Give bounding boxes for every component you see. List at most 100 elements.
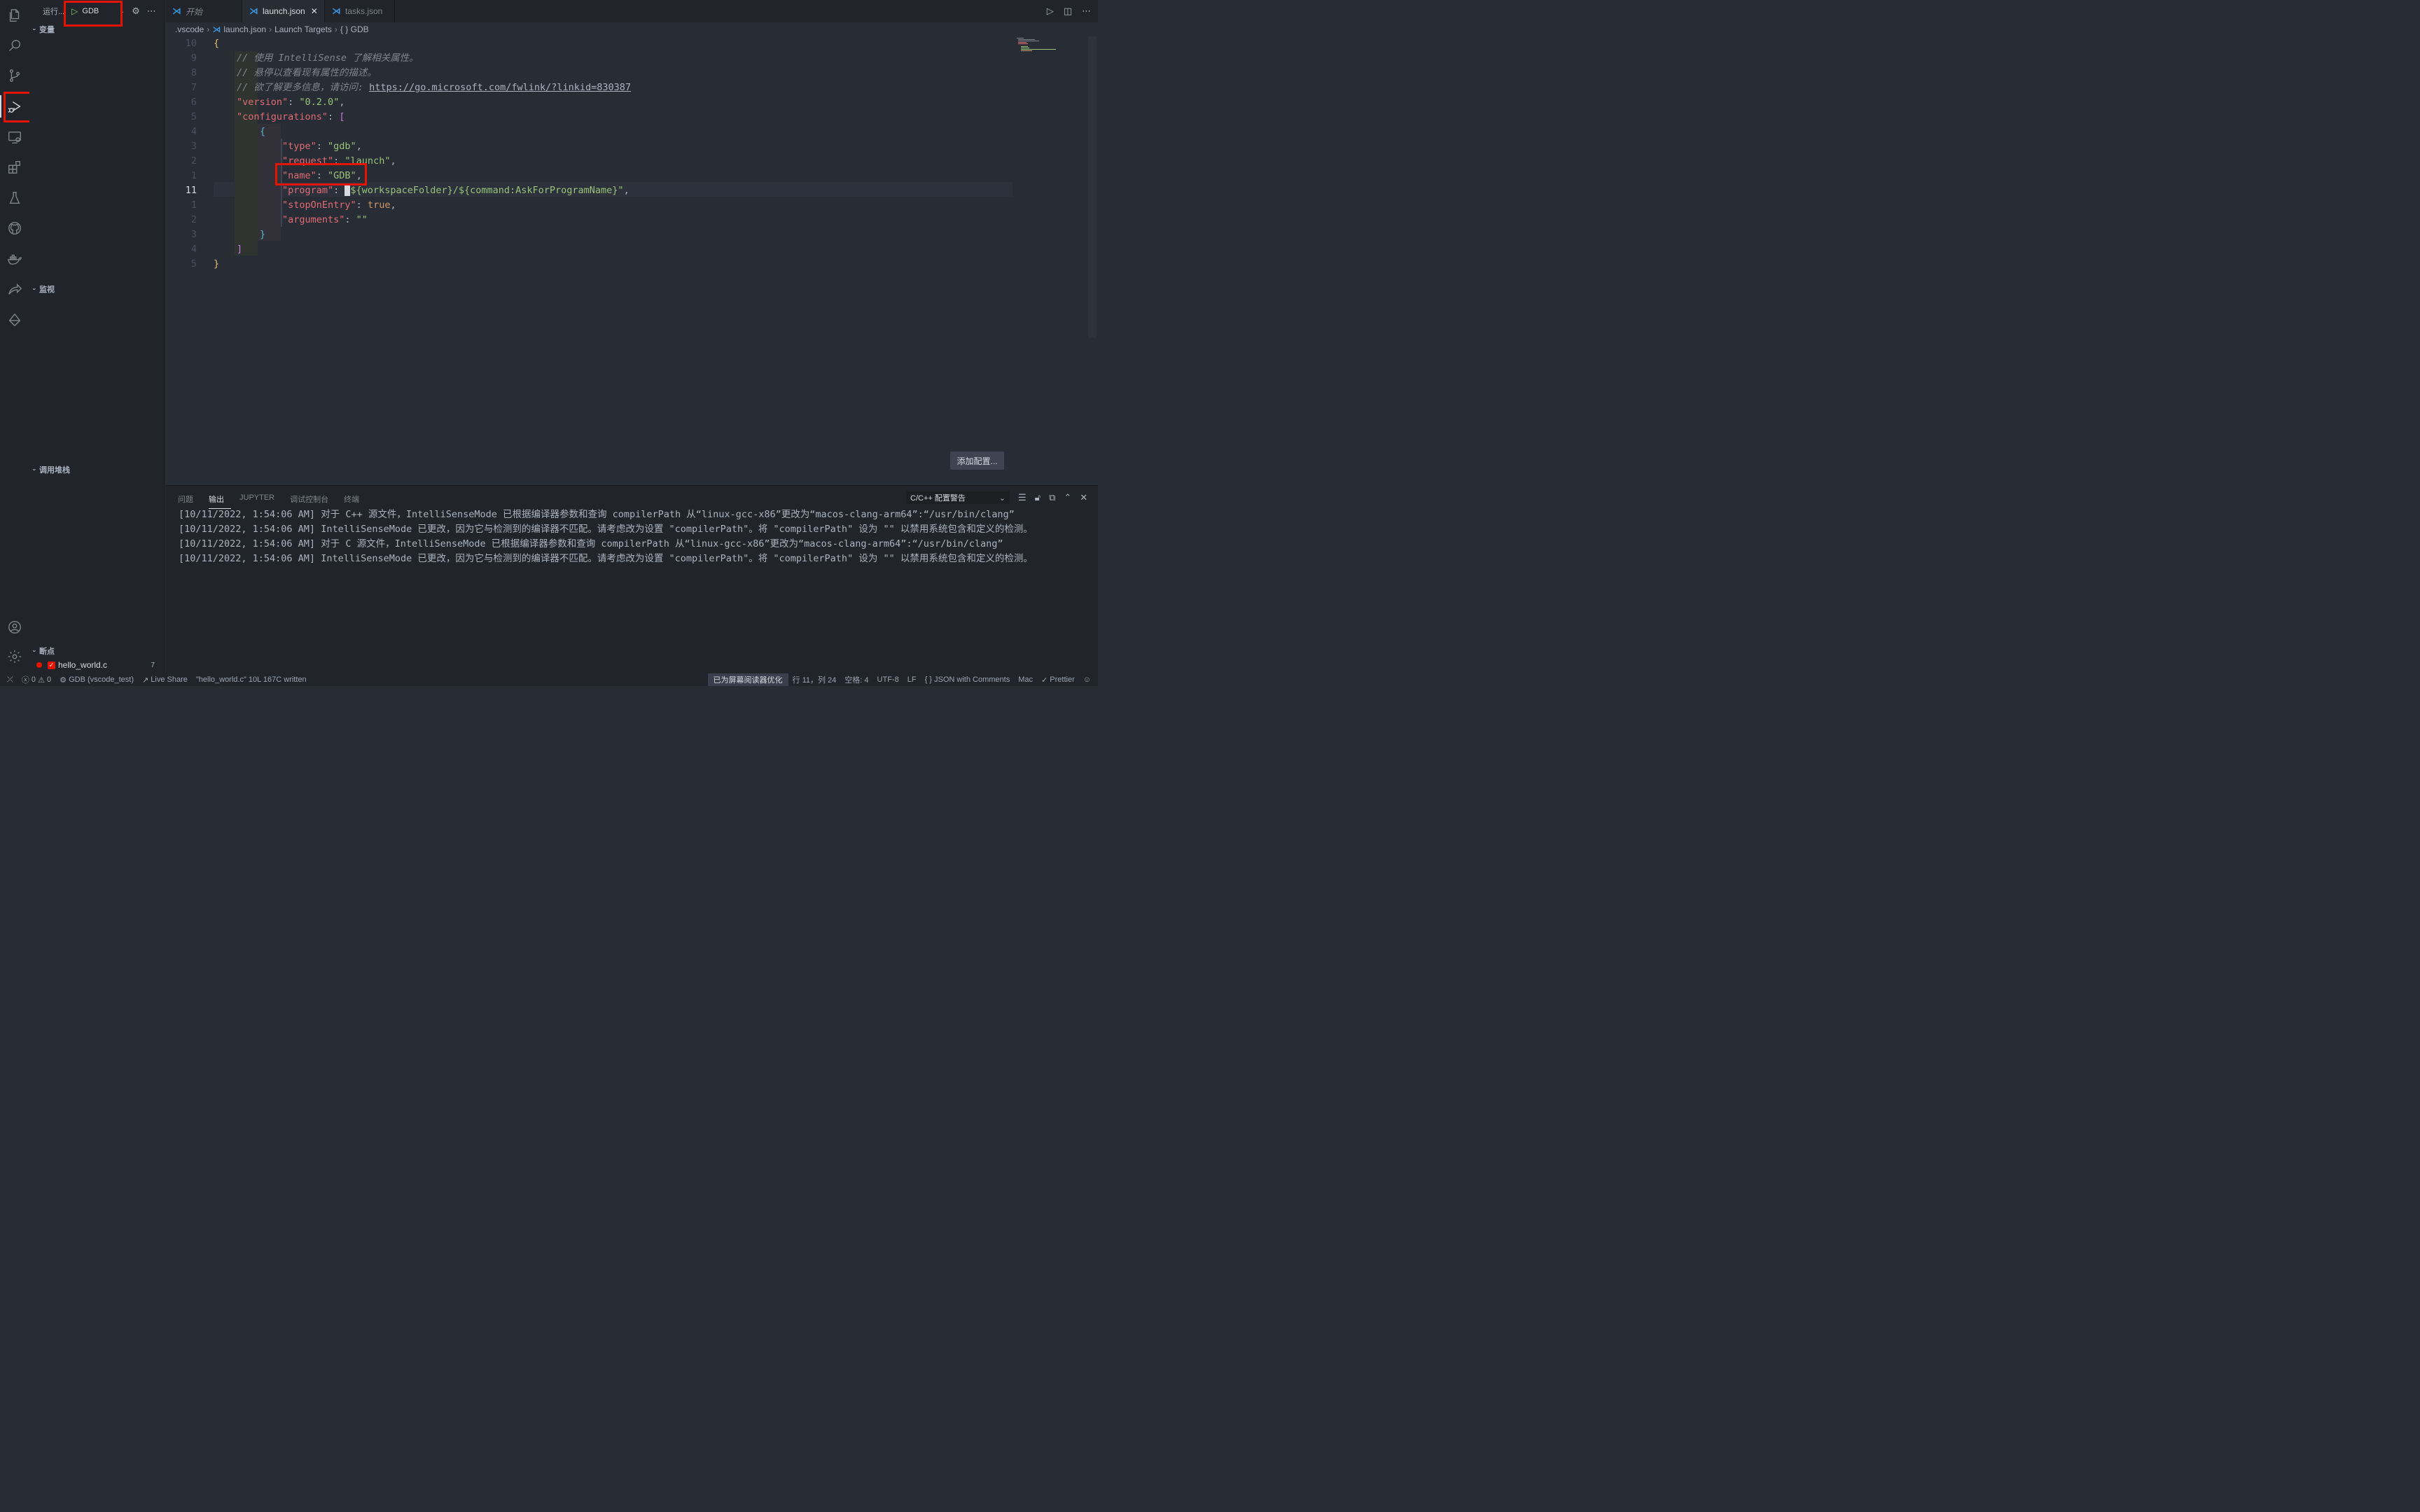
tab-problems[interactable]: 问题 <box>178 491 200 509</box>
source-control-icon[interactable] <box>0 62 29 90</box>
separator: › <box>334 24 338 34</box>
json-value: "0.2.0" <box>299 97 340 108</box>
editor-scrollbar[interactable] <box>1088 36 1097 337</box>
output-line: [10/11/2022, 1:54:06 AM] 对于 C++ 源文件，Inte… <box>179 509 1015 520</box>
cursor-position[interactable]: 行 11，列 24 <box>793 674 837 685</box>
docker-icon[interactable] <box>0 245 29 273</box>
section-watch[interactable]: › 监视 <box>29 282 165 296</box>
open-in-editor-icon[interactable]: ⧉ <box>1049 492 1055 503</box>
breadcrumb-file[interactable]: launch.json <box>223 24 266 34</box>
status-right: 已为屏幕阅读器优化 行 11，列 24 空格: 4 UTF-8 LF { } J… <box>707 673 1098 686</box>
add-configuration-button[interactable]: 添加配置... <box>950 451 1004 470</box>
encoding[interactable]: UTF-8 <box>877 676 899 684</box>
remote-indicator-icon[interactable]: ⤫ <box>7 676 13 685</box>
chevron-down-icon: ⌄ <box>999 493 1006 503</box>
live-share-icon[interactable] <box>0 275 29 303</box>
lock-scroll-icon[interactable]: 🔓︎ <box>1035 492 1041 503</box>
code-comment: // 悬停以查看现有属性的描述。 <box>237 67 377 78</box>
end-of-line[interactable]: LF <box>908 676 917 684</box>
code-link[interactable]: https://go.microsoft.com/fwlink/?linkid=… <box>369 82 631 93</box>
line-number: 10 <box>185 38 197 49</box>
timeline-icon[interactable] <box>0 306 29 334</box>
formatter-status[interactable]: ✓ Prettier <box>1041 676 1075 685</box>
status-message: "hello_world.c" 10L 167C written <box>195 676 307 684</box>
tab-label: tasks.json <box>345 6 383 16</box>
tab-launch-json[interactable]: ⋊ launch.json ✕ <box>242 0 325 22</box>
output-channel-select[interactable]: C/C++ 配置警告 ⌄ <box>906 491 1010 504</box>
screen-reader-mode[interactable]: 已为屏幕阅读器优化 <box>707 673 788 686</box>
remote-explorer-icon[interactable] <box>0 123 29 151</box>
section-breakpoints[interactable]: › 断点 <box>29 644 165 658</box>
clear-output-icon[interactable]: ☰ <box>1018 492 1027 503</box>
breakpoint-dot-icon <box>36 662 42 668</box>
testing-flask-icon[interactable] <box>0 184 29 212</box>
section-breakpoints-label: 断点 <box>39 648 55 656</box>
breadcrumb-section[interactable]: Launch Targets <box>274 24 332 34</box>
close-panel-icon[interactable]: ✕ <box>1080 492 1087 503</box>
line-number: 2 <box>190 214 197 225</box>
run-label: 运行... <box>43 8 65 16</box>
code-editor[interactable]: 10 { 9 // 使用 IntelliSense 了解相关属性。 8 // 悬停以查… <box>165 36 1098 484</box>
code-line: "type": "gdb", <box>282 141 362 152</box>
indentation[interactable]: 空格: 4 <box>844 674 868 685</box>
breakpoint-item[interactable]: ✓ hello_world.c 7 <box>29 658 165 672</box>
os-indicator[interactable]: Mac <box>1018 676 1033 684</box>
section-call-stack-label: 调用堆栈 <box>39 466 70 475</box>
section-watch-label: 监视 <box>39 286 55 294</box>
line-number: 6 <box>190 97 197 108</box>
output-line: [10/11/2022, 1:54:06 AM] 对于 C 源文件，Intell… <box>179 538 1003 550</box>
more-icon[interactable]: ⋯ <box>1082 6 1091 17</box>
accounts-icon[interactable] <box>0 613 29 641</box>
tab-jupyter[interactable]: JUPYTER <box>239 491 281 509</box>
breadcrumb-folder[interactable]: .vscode <box>175 24 204 34</box>
code-line: { <box>260 126 266 137</box>
open-launch-json-gear-icon[interactable]: ⚙ <box>132 6 140 17</box>
explorer-icon[interactable] <box>0 1 29 29</box>
search-icon[interactable] <box>0 31 29 59</box>
highlight-box-launch-config <box>64 1 123 27</box>
debug-target[interactable]: ⚙ GDB (vscode_test) <box>60 676 134 685</box>
feedback-icon[interactable]: ☺ <box>1083 676 1091 684</box>
language-mode[interactable]: { } JSON with Comments <box>925 676 1010 684</box>
separator: › <box>207 24 210 34</box>
maximize-panel-icon[interactable]: ⌃ <box>1064 492 1071 503</box>
tab-tasks-json[interactable]: ⋊ tasks.json <box>325 0 395 22</box>
problems-indicator[interactable]: ⓧ 0 ⚠ 0 <box>22 674 51 685</box>
live-share-icon: ↗ <box>141 676 149 685</box>
json-key: "type" <box>282 141 317 152</box>
panel-tabs: 问题 输出 JUPYTER 调试控制台 终端 <box>178 491 375 509</box>
live-share-status[interactable]: ↗ Live Share <box>142 676 188 685</box>
vscode-logo-icon: ⋊ <box>249 6 258 16</box>
close-tab-icon[interactable]: ✕ <box>311 6 318 16</box>
line-number: 4 <box>190 126 197 137</box>
tab-terminal[interactable]: 终端 <box>344 491 366 509</box>
code-line: ] <box>237 244 243 255</box>
section-call-stack[interactable]: › 调用堆栈 <box>29 463 165 477</box>
code-line: { <box>214 38 220 49</box>
json-value: "" <box>356 214 368 225</box>
code-line: "stopOnEntry": true, <box>282 200 396 211</box>
line-number: 11 <box>185 185 197 196</box>
formatter-label: Prettier <box>1050 676 1075 684</box>
chevron-icon: › <box>31 650 39 652</box>
more-actions-icon[interactable]: ⋯ <box>147 6 156 17</box>
github-icon[interactable] <box>0 214 29 242</box>
output-line: [10/11/2022, 1:54:06 AM] IntelliSenseMod… <box>179 553 1033 564</box>
run-icon[interactable]: ▷ <box>1047 6 1054 17</box>
split-editor-icon[interactable]: ◫ <box>1064 6 1072 17</box>
separator: › <box>269 24 272 34</box>
extensions-icon[interactable] <box>0 153 29 181</box>
tab-welcome[interactable]: ⋊ 开始 <box>165 0 242 22</box>
editor-actions: ▷ ◫ ⋯ <box>1047 6 1091 17</box>
breakpoint-checkbox[interactable]: ✓ <box>48 661 55 669</box>
tab-output[interactable]: 输出 <box>209 491 231 509</box>
status-bar: ⤫ ⓧ 0 ⚠ 0 ⚙ GDB (vscode_test) ↗ Live Sha… <box>0 673 1098 686</box>
output-log[interactable]: [10/11/2022, 1:54:06 AM] 对于 C++ 源文件，Inte… <box>179 507 1033 566</box>
breadcrumb-item[interactable]: { } GDB <box>340 24 369 34</box>
json-value: "gdb" <box>328 141 356 152</box>
language-label: JSON with Comments <box>934 676 1010 684</box>
json-key: "program" <box>282 185 334 196</box>
settings-gear-icon[interactable] <box>0 643 29 671</box>
minimap[interactable] <box>1015 36 1064 57</box>
tab-debug-console[interactable]: 调试控制台 <box>290 491 335 509</box>
